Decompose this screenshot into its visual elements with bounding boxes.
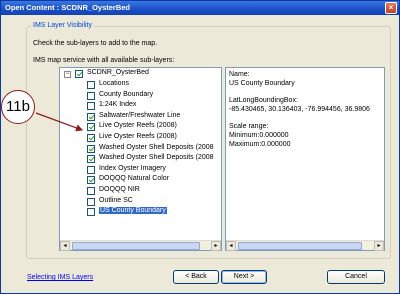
- info-scroll-right-icon[interactable]: ▸: [374, 241, 384, 251]
- layer-label[interactable]: Live Oyster Reefs (2008): [99, 133, 177, 140]
- instruction-text: Check the sub-layers to add to the map.: [33, 40, 158, 47]
- layer-label[interactable]: Index Oyster Imagery: [99, 165, 166, 172]
- list-caption: IMS map service with all available sub-l…: [33, 57, 175, 64]
- layer-checkbox[interactable]: [87, 176, 95, 185]
- group-title: IMS Layer Visibility: [31, 22, 95, 29]
- info-name-value: US County Boundary: [229, 80, 295, 87]
- tree-hscrollbar[interactable]: ◂ ▸: [60, 240, 221, 251]
- layer-checkbox[interactable]: [87, 102, 95, 111]
- scroll-right-icon[interactable]: ▸: [211, 241, 221, 251]
- layer-label[interactable]: Locations: [99, 80, 129, 87]
- layer-checkbox[interactable]: [87, 91, 95, 100]
- window-title: Open Content : SCDNR_OysterBed: [5, 3, 131, 12]
- layer-checkbox[interactable]: [87, 123, 95, 132]
- cancel-button[interactable]: Cancel: [327, 270, 385, 284]
- layer-checkbox[interactable]: [87, 187, 95, 195]
- help-link[interactable]: Selecting IMS Layers: [27, 274, 93, 281]
- info-bbox-label: LatLongBoundingBox:: [229, 97, 298, 104]
- layer-tree[interactable]: − SCDNR_OysterBed Locations County Bounda…: [59, 67, 222, 251]
- layer-checkbox[interactable]: [87, 144, 95, 153]
- layer-label[interactable]: Live Oyster Reefs (2008): [99, 122, 177, 129]
- layer-label[interactable]: DOQQQ Natural Color: [99, 175, 169, 182]
- layer-label[interactable]: 1:24K Index: [99, 101, 136, 108]
- root-label[interactable]: SCDNR_OysterBed: [87, 69, 149, 76]
- info-scale-max: Maximum:0.000000: [229, 141, 291, 148]
- scroll-left-icon[interactable]: ◂: [60, 241, 70, 251]
- layer-label[interactable]: DOQQQ NIR: [99, 186, 140, 193]
- info-scroll-thumb[interactable]: [238, 242, 362, 250]
- layer-label[interactable]: Outline SC: [99, 197, 133, 204]
- dialog-window: Open Content : SCDNR_OysterBed × IMS Lay…: [0, 0, 400, 294]
- root-checkbox[interactable]: [75, 70, 83, 78]
- back-button[interactable]: < Back: [173, 270, 219, 284]
- info-scroll-left-icon[interactable]: ◂: [226, 241, 236, 251]
- layer-checkbox[interactable]: [87, 112, 95, 121]
- info-content: Name: US County Boundary LatLongBounding…: [226, 68, 384, 238]
- info-hscrollbar[interactable]: ◂ ▸: [226, 240, 384, 251]
- title-bar[interactable]: Open Content : SCDNR_OysterBed ×: [1, 1, 399, 15]
- layer-checkbox[interactable]: [87, 155, 95, 164]
- info-scale-min: Minimum:0.000000: [229, 132, 289, 139]
- collapse-icon[interactable]: −: [64, 71, 71, 78]
- close-button[interactable]: ×: [385, 2, 397, 14]
- layer-checkbox[interactable]: [87, 165, 95, 174]
- layer-checkbox[interactable]: [87, 81, 95, 89]
- layer-label[interactable]: Washed Oyster Shell Deposits (2008: [99, 154, 214, 161]
- scroll-thumb[interactable]: [72, 242, 200, 250]
- next-button[interactable]: Next >: [221, 270, 267, 284]
- layer-label[interactable]: Washed Oyster Shell Deposits (2008: [99, 144, 214, 151]
- layer-label[interactable]: US County Boundary: [99, 207, 167, 215]
- info-name-label: Name:: [229, 71, 250, 78]
- layer-label[interactable]: Saltwater/Freshwater Line: [99, 112, 180, 119]
- layer-label[interactable]: County Boundary: [99, 91, 153, 98]
- layer-checkbox[interactable]: [87, 134, 95, 142]
- layer-info-panel: Name: US County Boundary LatLongBounding…: [225, 67, 385, 251]
- info-scale-label: Scale range:: [229, 123, 269, 130]
- info-bbox-value: -85.430465, 30.136403, -76.994456, 36.98…: [229, 106, 370, 113]
- layer-checkbox[interactable]: [87, 197, 95, 206]
- callout-label: 11b: [1, 90, 35, 124]
- layer-checkbox[interactable]: [87, 208, 95, 217]
